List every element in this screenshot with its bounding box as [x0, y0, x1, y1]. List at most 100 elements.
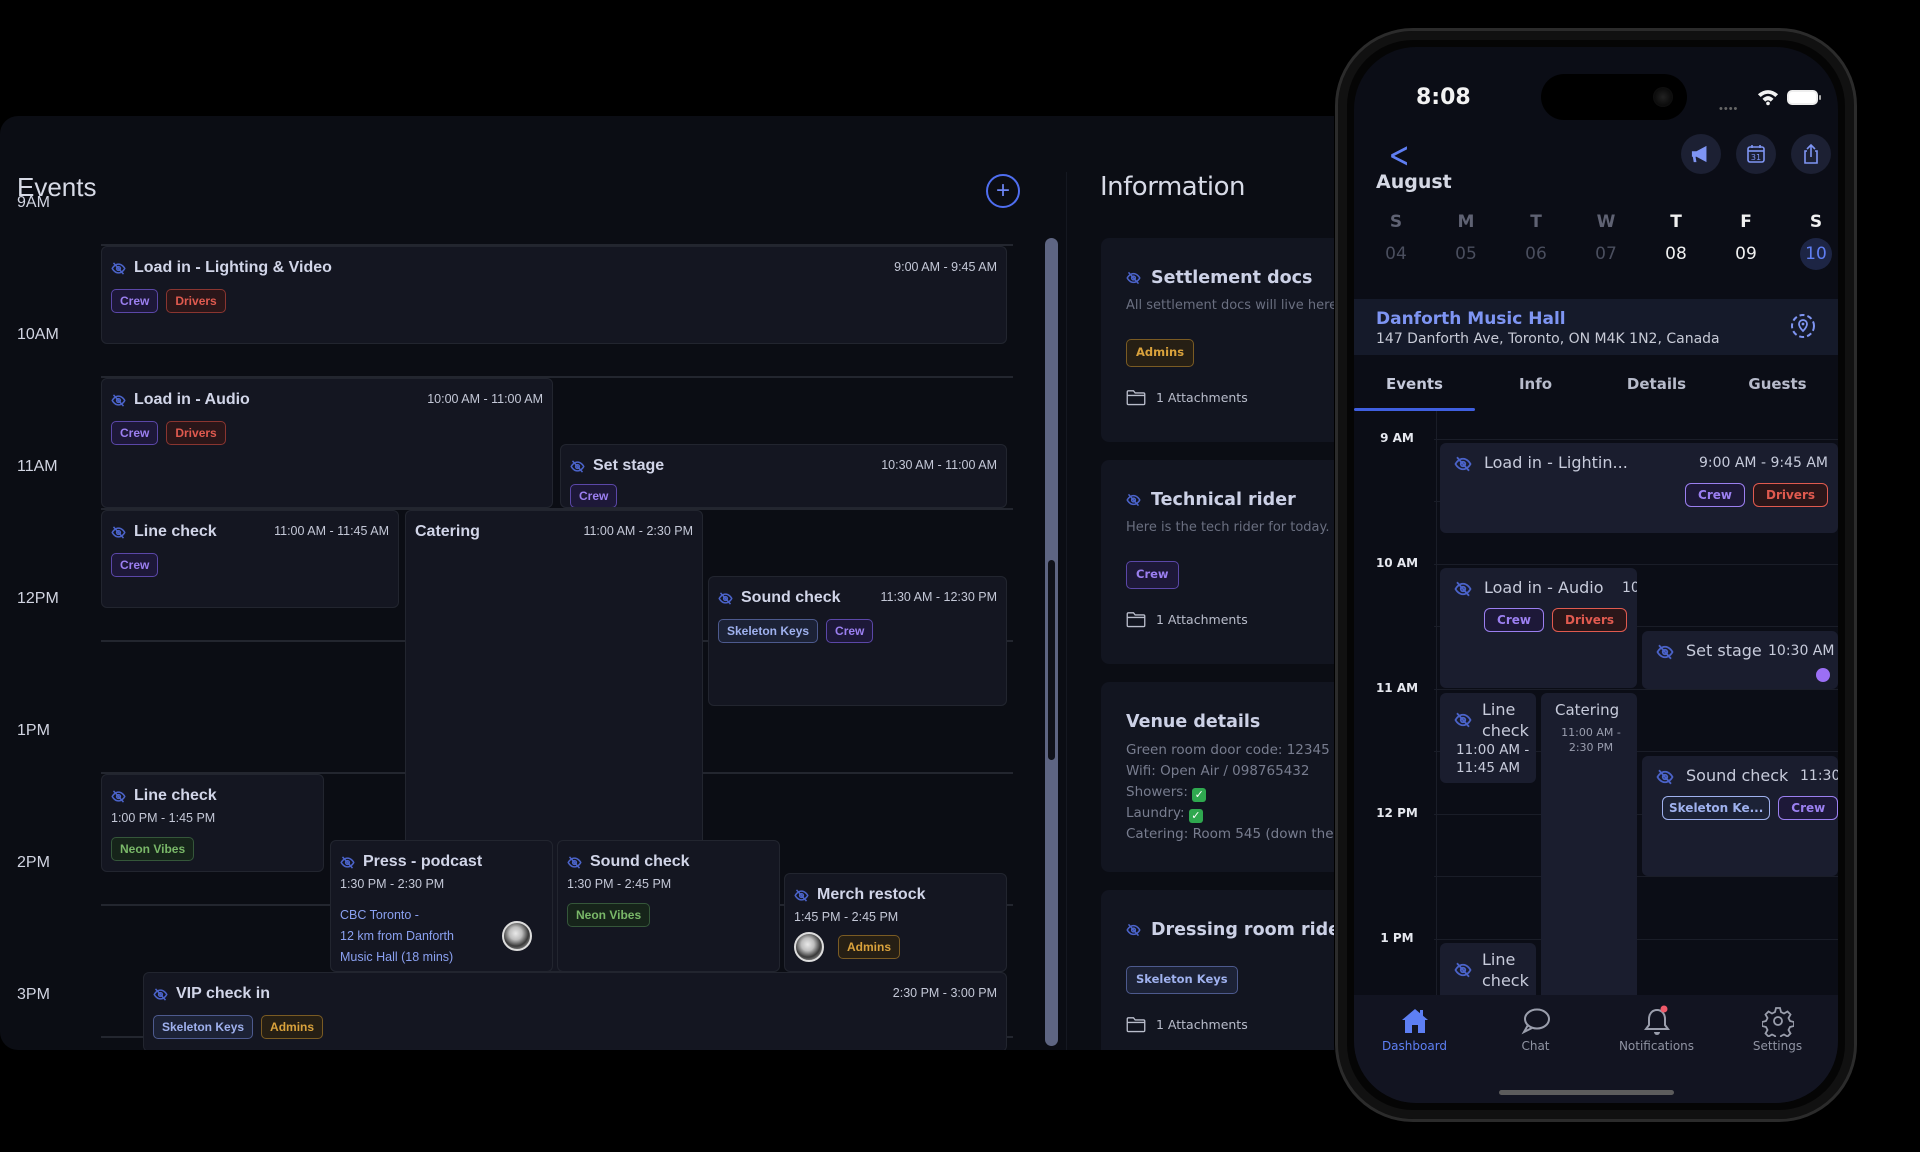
- phone-frame: 8:08 •••• < 31 August S 04 M 05 T 06 W 07 T0…: [1335, 28, 1857, 1122]
- location-pin-icon[interactable]: [1790, 313, 1816, 339]
- info-card[interactable]: Dressing room rider Skeleton Keys 1 Atta…: [1101, 890, 1351, 1050]
- phone-timeline[interactable]: 9 AM 10 AM 11 AM 12 PM 1 PM Load in - Li…: [1354, 411, 1838, 1001]
- event-time: 10:30 AM - 11:00 AM: [881, 458, 997, 472]
- nav-notifications[interactable]: Notifications: [1596, 1005, 1717, 1103]
- info-card[interactable]: Venue details Green room door code: 1234…: [1101, 682, 1351, 872]
- info-card[interactable]: Technical rider Here is the tech rider f…: [1101, 460, 1351, 664]
- event-card[interactable]: Sound check 1:30 PM - 2:45 PM Neon Vibes: [557, 840, 780, 972]
- day-cell-selected[interactable]: S 10: [1794, 212, 1838, 270]
- month-label: August: [1376, 171, 1452, 193]
- event-time: 9:00 AM - 9:45 AM: [894, 260, 997, 274]
- tab-info[interactable]: Info: [1475, 355, 1596, 411]
- day-cell[interactable]: W 07: [1584, 212, 1628, 270]
- hour-label: 12PM: [17, 590, 59, 607]
- add-event-button[interactable]: +: [986, 174, 1020, 208]
- event-title: Merch restock: [817, 886, 926, 903]
- event-card[interactable]: Sound check 11:30 AM - 12:30 PM Skeleton…: [708, 576, 1007, 706]
- event-card[interactable]: Press - podcast 1:30 PM - 2:30 PM CBC To…: [330, 840, 553, 972]
- attachments-link[interactable]: 1 Attachments: [1126, 389, 1351, 406]
- hidden-eye-icon: [1656, 768, 1674, 786]
- wifi-icon: [1757, 90, 1779, 106]
- chat-icon: [1520, 1008, 1550, 1035]
- event-card[interactable]: Load in - Audio 10:00 AM - 11:00 AM Crew…: [101, 378, 553, 508]
- tag-crew: Crew: [570, 484, 618, 507]
- hour-label: 3PM: [17, 986, 50, 1003]
- status-dot: [1816, 668, 1830, 682]
- hidden-eye-icon: [1454, 455, 1472, 473]
- info-card[interactable]: Settlement docs All settlement docs will…: [1101, 238, 1351, 442]
- hour-label: 1PM: [17, 722, 50, 739]
- info-card-title: Dressing room rider: [1151, 920, 1349, 940]
- event-card[interactable]: Merch restock 1:45 PM - 2:45 PM Admins: [784, 873, 1007, 972]
- tag-neon-vibes: Neon Vibes: [567, 903, 651, 927]
- phone-event-card[interactable]: Line check 11:00 AM - 11:45 AM: [1440, 693, 1536, 783]
- hour-label: 10 AM: [1375, 556, 1419, 570]
- event-title: Load in - Audio: [134, 391, 250, 408]
- scrollbar-thumb[interactable]: [1048, 560, 1055, 760]
- event-card[interactable]: Load in - Lighting & Video 9:00 AM - 9:4…: [101, 246, 1007, 344]
- hidden-eye-icon: [111, 525, 126, 540]
- hidden-eye-icon: [794, 888, 809, 903]
- hour-gridline: [1434, 439, 1838, 440]
- bell-icon: [1643, 1005, 1670, 1035]
- information-title: Information: [1100, 172, 1246, 202]
- event-title: Set stage: [593, 457, 665, 474]
- calendar-button[interactable]: 31: [1736, 134, 1776, 174]
- announce-button[interactable]: [1681, 134, 1721, 174]
- venue-address: 147 Danforth Ave, Toronto, ON M4K 1N2, C…: [1376, 331, 1720, 347]
- share-button[interactable]: [1791, 134, 1831, 174]
- event-time: 1:30 PM - 2:45 PM: [567, 877, 672, 891]
- phone-event-card[interactable]: Sound check 11:30 Skeleton Ke... Crew: [1642, 756, 1838, 876]
- tag-admins: Admins: [1126, 339, 1195, 367]
- home-indicator[interactable]: [1499, 1090, 1674, 1095]
- event-time: 10:00 AM - 11:00 AM: [427, 392, 543, 406]
- event-title: Sound check: [590, 853, 690, 870]
- checkmark-icon: ✓: [1188, 809, 1203, 823]
- phone-event-card[interactable]: Line check: [1440, 943, 1536, 1001]
- event-title: Press - podcast: [363, 853, 483, 870]
- panel-divider: [1066, 172, 1067, 1050]
- gear-icon: [1761, 1007, 1794, 1037]
- tag-skeleton-keys: Skeleton Keys: [718, 619, 819, 643]
- day-cell[interactable]: T 06: [1514, 212, 1558, 270]
- tab-guests[interactable]: Guests: [1717, 355, 1838, 411]
- hidden-eye-icon: [1126, 920, 1141, 940]
- phone-event-card[interactable]: Load in - Audio 10 Crew Drivers: [1440, 568, 1637, 688]
- venue-header[interactable]: Danforth Music Hall 147 Danforth Ave, To…: [1354, 299, 1838, 355]
- tab-details[interactable]: Details: [1596, 355, 1717, 411]
- calendar-icon: 31: [1747, 145, 1765, 163]
- event-card[interactable]: Set stage 10:30 AM - 11:00 AM Crew: [560, 444, 1007, 508]
- tab-events[interactable]: Events: [1354, 355, 1475, 411]
- venue-name: Danforth Music Hall: [1376, 309, 1566, 329]
- back-button[interactable]: <: [1389, 135, 1410, 176]
- home-icon: [1401, 1009, 1428, 1033]
- attachments-link[interactable]: 1 Attachments: [1126, 1016, 1351, 1033]
- hidden-eye-icon: [153, 987, 168, 1002]
- hidden-eye-icon: [718, 591, 733, 606]
- phone-event-card[interactable]: Catering 11:00 AM - 2:30 PM: [1541, 693, 1637, 1001]
- phone-event-card[interactable]: Load in - Lightin... 9:00 AM - 9:45 AM C…: [1440, 443, 1838, 533]
- tag-neon-vibes: Neon Vibes: [111, 837, 195, 861]
- event-card[interactable]: Line check 11:00 AM - 11:45 AM Crew: [101, 510, 399, 608]
- info-card-title: Venue details: [1126, 712, 1261, 732]
- nav-dashboard[interactable]: Dashboard: [1354, 1005, 1475, 1103]
- nav-settings[interactable]: Settings: [1717, 1005, 1838, 1103]
- day-cell[interactable]: T 08: [1654, 212, 1698, 270]
- day-cell[interactable]: F 09: [1724, 212, 1768, 270]
- phone-event-card[interactable]: Set stage 10:30 AM: [1642, 631, 1838, 689]
- day-cell[interactable]: S 04: [1374, 212, 1418, 270]
- event-title: Catering: [415, 523, 480, 540]
- nav-chat[interactable]: Chat: [1475, 1005, 1596, 1103]
- folder-icon: [1126, 1016, 1146, 1033]
- hidden-eye-icon: [567, 855, 582, 870]
- events-scrollbar[interactable]: [1045, 238, 1058, 1046]
- day-cell[interactable]: M 05: [1444, 212, 1488, 270]
- event-card[interactable]: Line check 1:00 PM - 1:45 PM Neon Vibes: [101, 774, 324, 872]
- attachments-link[interactable]: 1 Attachments: [1126, 611, 1351, 628]
- hidden-eye-icon: [1656, 643, 1674, 661]
- event-card[interactable]: VIP check in 2:30 PM - 3:00 PM Skeleton …: [143, 972, 1007, 1050]
- tag-admins: Admins: [838, 935, 901, 959]
- hour-label: 9 AM: [1380, 431, 1414, 445]
- tag-admins: Admins: [261, 1015, 324, 1039]
- hour-label: 11 AM: [1375, 681, 1419, 695]
